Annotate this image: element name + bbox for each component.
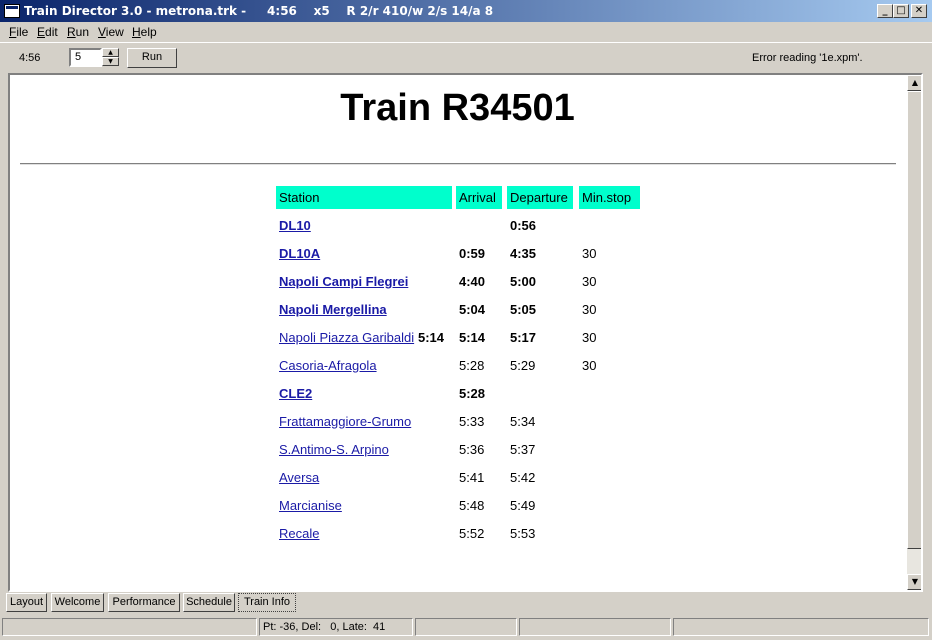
departure-cell: 5:17 — [510, 330, 537, 345]
station-link[interactable]: S.Antimo-S. Arpino — [279, 442, 389, 457]
arrival-cell: 5:48 — [459, 498, 485, 513]
menu-run[interactable]: Run — [67, 25, 89, 39]
scroll-thumb[interactable] — [907, 91, 921, 549]
status-panel-1 — [2, 618, 257, 636]
station-link[interactable]: DL10A — [279, 246, 320, 261]
app-icon — [4, 4, 20, 18]
station-link[interactable]: Napoli Piazza Garibaldi — [279, 330, 414, 345]
station-link[interactable]: Napoli Mergellina — [279, 302, 387, 317]
station-link[interactable]: Marcianise — [279, 498, 342, 513]
page-title: Train R34501 — [340, 87, 575, 129]
arrival-cell: 4:40 — [459, 274, 486, 289]
status-panel-3 — [415, 618, 517, 636]
departure-cell: 5:05 — [510, 302, 537, 317]
arrival-cell: 5:14 — [459, 330, 486, 345]
status-stats: Pt: -36, Del: 0, Late: 41 — [259, 618, 413, 636]
arrival-cell: 5:36 — [459, 442, 485, 457]
column-header-minstop: Min.stop — [579, 186, 640, 209]
column-header-departure: Departure — [507, 186, 573, 209]
tab-train-info[interactable]: Train Info — [238, 593, 296, 612]
station-link[interactable]: Napoli Campi Flegrei — [279, 274, 408, 289]
station-extra-time: 5:14 — [418, 330, 445, 345]
menu-edit[interactable]: Edit — [37, 25, 58, 39]
station-link[interactable]: Aversa — [279, 470, 319, 485]
arrival-cell: 5:04 — [459, 302, 486, 317]
maximize-button[interactable]: □ — [893, 4, 909, 18]
departure-cell: 5:53 — [510, 526, 536, 541]
minstop-cell: 30 — [582, 358, 597, 373]
station-link[interactable]: DL10 — [279, 218, 311, 233]
title-bar: Train Director 3.0 - metrona.trk - 4:56 … — [0, 0, 932, 22]
status-panel-5 — [673, 618, 929, 636]
arrival-cell: 5:28 — [459, 358, 485, 373]
station-link[interactable]: Casoria-Afragola — [279, 358, 377, 373]
toolbar: 4:56 5 ▲ ▼ Run Error reading '1e.xpm'. — [0, 42, 932, 70]
station-link[interactable]: CLE2 — [279, 386, 312, 401]
speed-up-icon[interactable]: ▲ — [102, 48, 119, 57]
departure-cell: 5:42 — [510, 470, 536, 485]
station-link[interactable]: Recale — [279, 526, 319, 541]
departure-cell: 0:56 — [510, 218, 537, 233]
scroll-up-icon[interactable]: ▲ — [907, 75, 921, 91]
scroll-down-icon[interactable]: ▼ — [907, 574, 921, 590]
arrival-cell: 5:41 — [459, 470, 485, 485]
menu-view[interactable]: View — [98, 25, 124, 39]
column-header-station: Station — [276, 186, 452, 209]
status-panel-4 — [519, 618, 671, 636]
menu-help[interactable]: Help — [132, 25, 157, 39]
tab-schedule[interactable]: Schedule — [183, 593, 235, 612]
menu-bar: File Edit Run View Help — [0, 22, 932, 42]
departure-cell: 5:37 — [510, 442, 536, 457]
departure-cell: 5:34 — [510, 414, 536, 429]
status-bar: Pt: -36, Del: 0, Late: 41 — [0, 617, 932, 637]
tab-layout[interactable]: Layout — [6, 593, 47, 612]
column-header-arrival: Arrival — [456, 186, 502, 209]
tab-performance[interactable]: Performance — [108, 593, 180, 612]
close-button[interactable]: ✕ — [911, 4, 927, 18]
departure-cell: 5:29 — [510, 358, 536, 373]
speed-input[interactable]: 5 — [69, 48, 102, 67]
minstop-cell: 30 — [582, 302, 597, 317]
vertical-scrollbar[interactable]: ▲ ▼ — [907, 75, 921, 590]
departure-cell: 5:49 — [510, 498, 536, 513]
minstop-cell: 30 — [582, 330, 597, 345]
window-title: Train Director 3.0 - metrona.trk - 4:56 … — [24, 4, 494, 18]
run-button[interactable]: Run — [127, 48, 177, 68]
departure-cell: 5:00 — [510, 274, 537, 289]
departure-cell: 4:35 — [510, 246, 537, 261]
menu-file[interactable]: File — [9, 25, 28, 39]
minimize-button[interactable]: _ — [877, 4, 893, 18]
error-message: Error reading '1e.xpm'. — [752, 52, 863, 64]
train-info-panel: Train R34501 Station Arrival Departure M… — [8, 73, 923, 592]
speed-down-icon[interactable]: ▼ — [102, 57, 119, 66]
clock-display: 4:56 — [19, 52, 41, 64]
station-link[interactable]: Frattamaggiore-Grumo — [279, 414, 411, 429]
arrival-cell: 5:28 — [459, 386, 486, 401]
divider — [20, 163, 896, 165]
arrival-cell: 0:59 — [459, 246, 486, 261]
arrival-cell: 5:33 — [459, 414, 485, 429]
tab-welcome[interactable]: Welcome — [51, 593, 104, 612]
minstop-cell: 30 — [582, 246, 597, 261]
arrival-cell: 5:52 — [459, 526, 485, 541]
minstop-cell: 30 — [582, 274, 597, 289]
